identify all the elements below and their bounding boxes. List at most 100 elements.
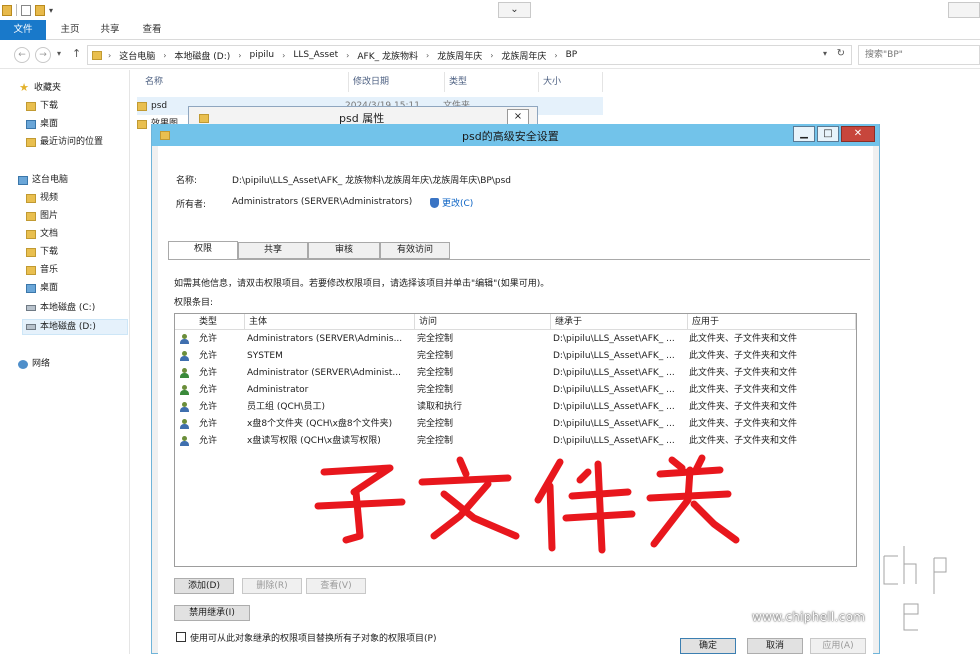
new-folder-icon[interactable]	[35, 4, 45, 16]
table-row[interactable]: 允许 员工组 (QCH\员工) 读取和执行 D:\pipilu\LLS_Asse…	[175, 399, 856, 416]
column-header-inherited[interactable]: 继承于	[551, 314, 688, 330]
pictures-folder-icon	[26, 211, 36, 221]
column-header-size[interactable]: 大小	[539, 72, 603, 92]
forward-arrow-icon[interactable]: →	[35, 47, 51, 63]
nav-item-desktop[interactable]: 桌面	[26, 116, 58, 132]
tab-effective-access[interactable]: 有效访问	[380, 242, 450, 259]
up-arrow-icon[interactable]: ↑	[72, 47, 81, 60]
breadcrumb-separator[interactable]: ›	[426, 51, 429, 60]
nav-item-pictures[interactable]: 图片	[26, 208, 58, 224]
nav-label: 最近访问的位置	[40, 137, 104, 147]
breadcrumb-separator[interactable]: ›	[238, 51, 241, 60]
breadcrumb-separator[interactable]: ›	[490, 51, 493, 60]
column-header-type[interactable]: 类型	[175, 314, 245, 330]
replace-child-permissions-label: 使用可从此对象继承的权限项目替换所有子对象的权限项目(P)	[190, 634, 437, 644]
close-button[interactable]: ✕	[841, 126, 875, 142]
breadcrumb-separator[interactable]: ›	[108, 51, 111, 60]
chevron-down-icon[interactable]: ⌄	[498, 2, 531, 18]
nav-item-drive-c[interactable]: 本地磁盘 (C:)	[26, 300, 95, 316]
replace-child-permissions-checkbox[interactable]	[176, 632, 186, 642]
column-header-principal[interactable]: 主体	[245, 314, 415, 330]
breadcrumb-drive-d[interactable]: 本地磁盘 (D:)	[174, 49, 230, 62]
recent-places-icon	[26, 137, 36, 147]
dialog-body: 名称: D:\pipilu\LLS_Asset\AFK_ 龙族物料\龙族周年庆\…	[158, 146, 873, 654]
nav-this-pc[interactable]: 这台电脑	[18, 172, 68, 188]
tab-share[interactable]: 共享	[92, 20, 128, 40]
customize-toolbar-icon[interactable]: ▾	[49, 6, 53, 15]
column-header-type[interactable]: 类型	[445, 72, 539, 92]
desktop-icon	[26, 283, 36, 293]
add-button[interactable]: 添加(D)	[174, 578, 234, 594]
column-header-date[interactable]: 修改日期	[349, 72, 445, 92]
search-input[interactable]: 搜索"BP"	[858, 45, 980, 65]
nav-item-desktop-pc[interactable]: 桌面	[26, 280, 58, 296]
refresh-icon[interactable]: ↻	[837, 48, 845, 59]
remove-button[interactable]: 删除(R)	[242, 578, 302, 594]
maximize-button[interactable]: □	[817, 126, 839, 142]
users-group-icon	[179, 436, 190, 447]
music-folder-icon	[26, 265, 36, 275]
disable-inheritance-button[interactable]: 禁用继承(I)	[174, 605, 250, 621]
entry-principal: 员工组 (QCH\员工)	[247, 402, 326, 412]
breadcrumb-bp[interactable]: BP	[566, 50, 578, 60]
network-icon	[18, 359, 28, 369]
breadcrumb-anniversary-2[interactable]: 龙族周年庆	[501, 49, 546, 62]
tab-permissions[interactable]: 权限	[168, 241, 238, 260]
nav-item-downloads-pc[interactable]: 下载	[26, 244, 58, 260]
minimize-button[interactable]: ▁	[793, 126, 815, 142]
table-row[interactable]: 允许 Administrator (SERVER\Administ... 完全控…	[175, 365, 856, 382]
nav-item-documents[interactable]: 文档	[26, 226, 58, 242]
nav-item-recent[interactable]: 最近访问的位置	[26, 134, 103, 150]
nav-network[interactable]: 网络	[18, 356, 50, 372]
tab-file[interactable]: 文件	[0, 20, 46, 40]
tab-home[interactable]: 主页	[52, 20, 88, 40]
chevron-down-icon[interactable]: ▾	[823, 49, 827, 58]
recent-locations-icon[interactable]: ▾	[57, 49, 61, 58]
download-folder-icon	[26, 101, 36, 111]
table-row[interactable]: 允许 Administrator 完全控制 D:\pipilu\LLS_Asse…	[175, 382, 856, 399]
entry-inherited: D:\pipilu\LLS_Asset\AFK_ ...	[553, 351, 675, 361]
entry-type: 允许	[199, 419, 218, 429]
address-bar[interactable]: › 这台电脑 › 本地磁盘 (D:) › pipilu › LLS_Asset …	[87, 45, 852, 65]
tab-view[interactable]: 查看	[134, 20, 170, 40]
window-control-button[interactable]	[948, 2, 980, 18]
nav-item-drive-d[interactable]: 本地磁盘 (D:)	[22, 319, 128, 335]
table-row[interactable]: 允许 x盘8个文件夹 (QCH\x盘8个文件夹) 完全控制 D:\pipilu\…	[175, 416, 856, 433]
view-button[interactable]: 查看(V)	[306, 578, 366, 594]
column-header-access[interactable]: 访问	[415, 314, 551, 330]
tab-auditing[interactable]: 审核	[308, 242, 380, 259]
close-button[interactable]: ×	[507, 109, 529, 125]
folder-icon	[137, 101, 147, 111]
change-link-label: 更改(C)	[442, 199, 474, 209]
nav-label: 桌面	[40, 283, 59, 293]
breadcrumb-afk[interactable]: AFK_ 龙族物料	[357, 49, 418, 62]
back-arrow-icon[interactable]: ←	[14, 47, 30, 63]
breadcrumb-separator[interactable]: ›	[163, 51, 166, 60]
breadcrumb-anniversary[interactable]: 龙族周年庆	[437, 49, 482, 62]
table-row[interactable]: 允许 SYSTEM 完全控制 D:\pipilu\LLS_Asset\AFK_ …	[175, 348, 856, 365]
nav-item-music[interactable]: 音乐	[26, 262, 58, 278]
entry-type: 允许	[199, 334, 218, 344]
column-header-applies[interactable]: 应用于	[688, 314, 856, 330]
nav-item-videos[interactable]: 视频	[26, 190, 58, 206]
entry-inherited: D:\pipilu\LLS_Asset\AFK_ ...	[553, 368, 675, 378]
breadcrumb-separator[interactable]: ›	[282, 51, 285, 60]
breadcrumb-pipilu[interactable]: pipilu	[249, 50, 274, 60]
star-icon: ★	[19, 81, 29, 94]
nav-item-downloads[interactable]: 下载	[26, 98, 58, 114]
breadcrumb-this-pc[interactable]: 这台电脑	[119, 49, 155, 62]
tab-sharing[interactable]: 共享	[238, 242, 308, 259]
entry-type: 允许	[199, 368, 218, 378]
change-owner-link[interactable]: 更改(C)	[430, 196, 473, 209]
table-row[interactable]: 允许 Administrators (SERVER\Adminis... 完全控…	[175, 331, 856, 348]
properties-icon[interactable]	[21, 4, 31, 16]
entry-access: 完全控制	[417, 351, 454, 361]
breadcrumb-separator[interactable]: ›	[554, 51, 557, 60]
column-header-name[interactable]: 名称	[141, 72, 349, 92]
nav-favorites[interactable]: ★ 收藏夹	[18, 80, 61, 96]
ok-button[interactable]: 确定	[680, 638, 736, 654]
breadcrumb-separator[interactable]: ›	[346, 51, 349, 60]
apply-button[interactable]: 应用(A)	[810, 638, 866, 654]
breadcrumb-lls-asset[interactable]: LLS_Asset	[293, 50, 338, 60]
cancel-button[interactable]: 取消	[747, 638, 803, 654]
